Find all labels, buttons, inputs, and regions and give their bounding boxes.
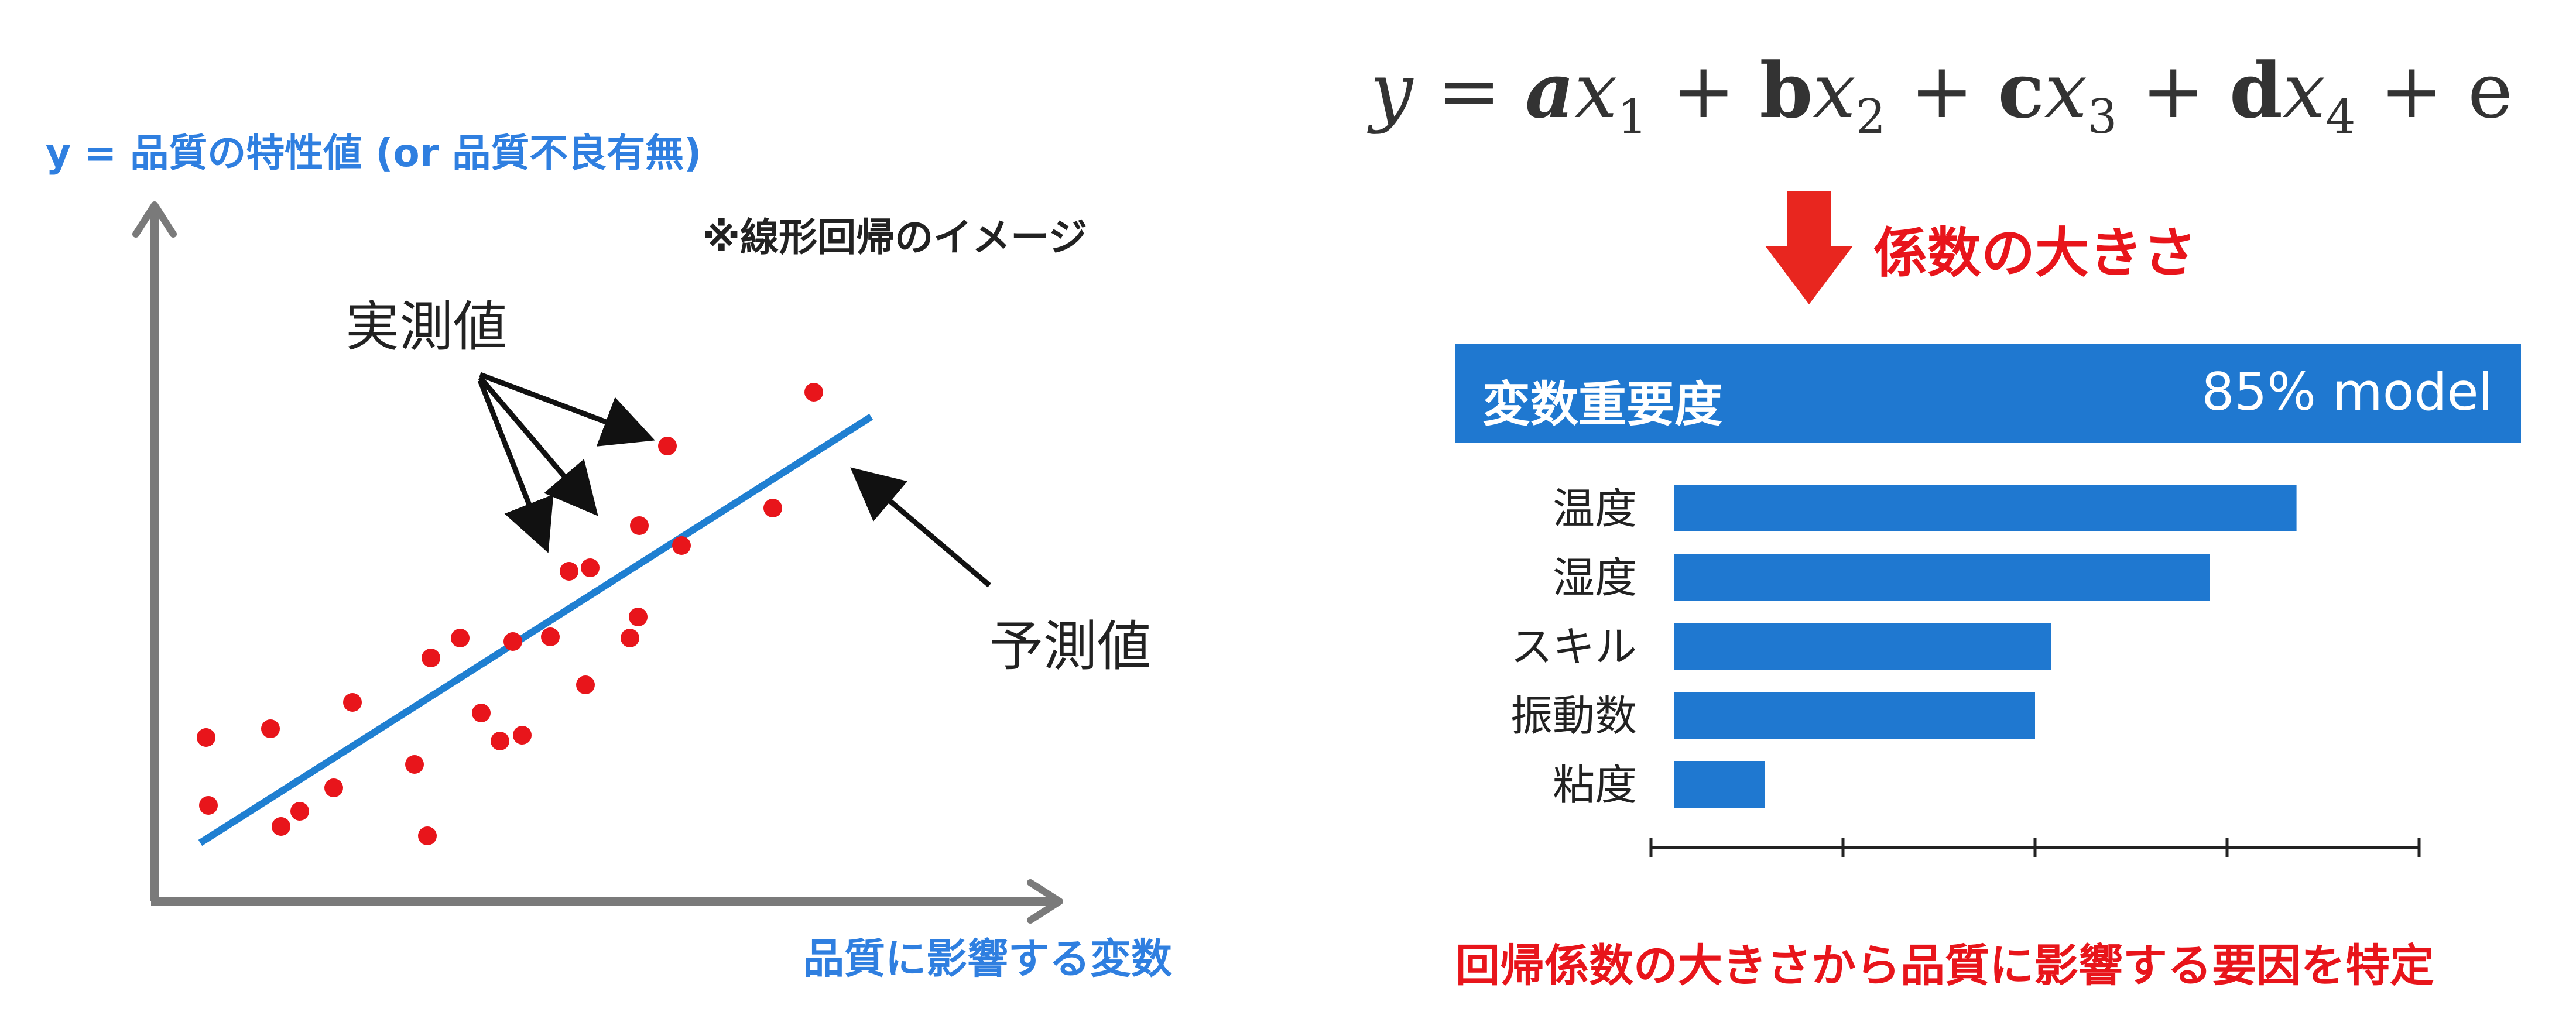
equation-variable: x: [1574, 46, 1618, 135]
data-point: [272, 817, 290, 836]
equation-plus: +: [2141, 46, 2205, 135]
data-point: [422, 649, 440, 667]
data-point: [491, 732, 509, 750]
equation-coefficient: b: [1759, 46, 1813, 135]
bar-category-label: 温度: [1553, 484, 1637, 533]
data-point: [672, 536, 691, 555]
data-point: [472, 704, 491, 722]
predicted-callout-arrow: [850, 467, 991, 588]
figure: y = 品質の特性値 (or 品質不良有無) ※線形回帰のイメージ 実測値 予測…: [0, 0, 2576, 1022]
observed-label: 実測値: [345, 296, 508, 358]
data-point: [503, 632, 522, 651]
equation-term: + cx3: [1910, 46, 2141, 145]
regression-line: [198, 413, 873, 846]
y-axis-label: y = 品質の特性値 (or 品質不良有無): [46, 131, 702, 176]
x-axis-label: 品質に影響する変数: [803, 935, 1172, 983]
data-point: [581, 558, 600, 577]
importance-bar: [1674, 692, 2035, 739]
equation-subscript: 3: [2087, 90, 2118, 145]
model-accuracy: 85% model: [2201, 362, 2493, 422]
equation-variable: x: [1813, 46, 1856, 135]
equation-subscript: 2: [1855, 90, 1886, 145]
data-point: [343, 693, 362, 712]
bar-category-label: スキル: [1510, 622, 1637, 671]
equation-plus: +: [2379, 46, 2444, 135]
equation-variable: x: [2044, 46, 2088, 135]
equation-coefficient: d: [2229, 46, 2283, 135]
data-point: [290, 802, 309, 821]
equation-term: + dx4: [2141, 46, 2380, 145]
data-point: [763, 499, 782, 517]
equation-subscript: 1: [1617, 90, 1647, 145]
model-note: ※線形回帰のイメージ: [703, 215, 1087, 260]
observed-callout-arrow: [477, 379, 554, 553]
equation-term: ax1: [1525, 46, 1671, 145]
data-point: [629, 608, 648, 626]
bar-category-label: 振動数: [1510, 691, 1637, 740]
importance-bar-chart: 温度湿度スキル振動数粘度: [1510, 484, 2421, 857]
data-point: [804, 383, 823, 402]
importance-title: 変数重要度: [1482, 377, 1723, 433]
data-point: [513, 726, 532, 745]
equation-coefficient: c: [1998, 46, 2044, 135]
bar-category-label: 湿度: [1553, 553, 1637, 602]
importance-header: 変数重要度 85% model: [1455, 344, 2521, 443]
data-point: [324, 778, 343, 797]
equation-variable: x: [2282, 46, 2326, 135]
down-arrow-icon: [1765, 191, 1853, 304]
data-point: [560, 562, 578, 581]
data-point: [630, 516, 649, 535]
bar-category-label: 粘度: [1553, 760, 1637, 810]
equation-coefficient: a: [1525, 46, 1575, 135]
equation-term: + bx2: [1671, 46, 1910, 145]
data-point: [418, 826, 437, 845]
equation-error: e: [2468, 46, 2513, 135]
data-point: [451, 629, 470, 647]
data-point: [199, 796, 218, 815]
equation-subscript: 4: [2325, 90, 2356, 145]
data-point: [405, 755, 424, 774]
importance-bar: [1674, 485, 2297, 531]
data-point: [576, 675, 595, 694]
data-point: [658, 437, 677, 455]
equation-equals: =: [1437, 46, 1501, 135]
equation-plus: +: [1671, 46, 1736, 135]
data-point: [197, 728, 215, 747]
equation-plus: +: [1910, 46, 1974, 135]
data-point: [261, 719, 280, 738]
data-point: [541, 627, 560, 646]
importance-bar: [1674, 623, 2051, 670]
conclusion-text: 回帰係数の大きさから品質に影響する要因を特定: [1455, 939, 2434, 992]
coefficient-size-label: 係数の大きさ: [1873, 222, 2197, 284]
predicted-label: 予測値: [989, 615, 1152, 678]
equation-y: y: [1370, 46, 1413, 135]
data-point: [621, 629, 639, 647]
importance-bar: [1674, 761, 1765, 808]
regression-equation: y = ax1 + bx2 + cx3 + dx4 + e: [1370, 46, 2513, 145]
importance-bar: [1674, 554, 2210, 601]
